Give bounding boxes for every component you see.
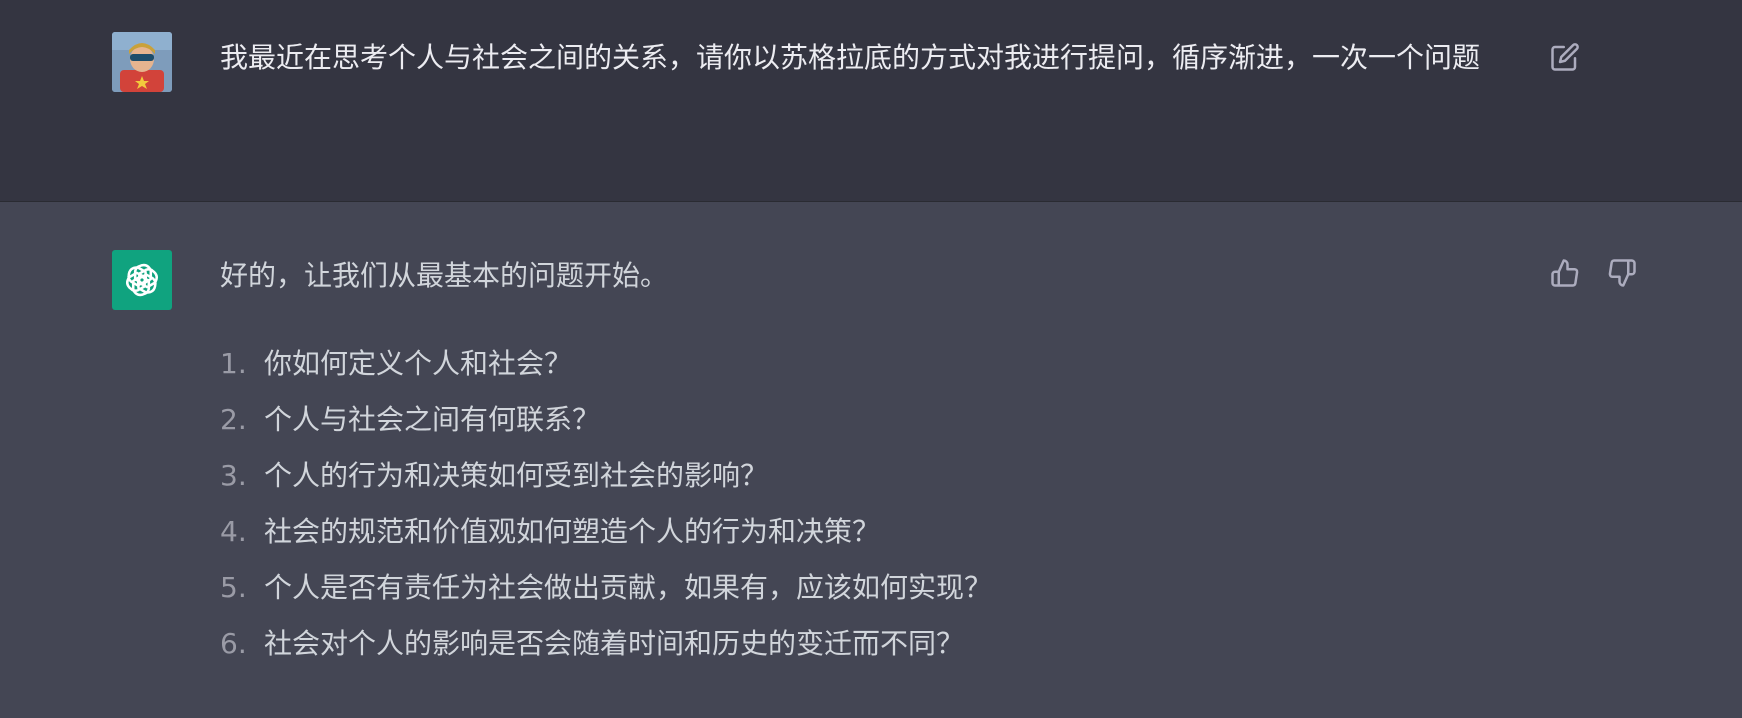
list-text: 你如何定义个人和社会？ — [264, 347, 573, 380]
list-number: 3. — [220, 459, 247, 492]
list-item: 1. 你如何定义个人和社会？ — [220, 336, 1520, 392]
list-number: 6. — [220, 627, 247, 660]
thumbs-down-icon[interactable] — [1605, 256, 1639, 290]
user-message-row: 我最近在思考个人与社会之间的关系，请你以苏格拉底的方式对我进行提问，循序渐进，一… — [0, 0, 1742, 202]
list-item: 5. 个人是否有责任为社会做出贡献，如果有，应该如何实现？ — [220, 560, 1520, 616]
list-number: 5. — [220, 571, 247, 604]
user-avatar — [112, 32, 172, 92]
list-text: 个人与社会之间有何联系？ — [264, 403, 601, 436]
list-number: 2. — [220, 403, 247, 436]
question-list: 1. 你如何定义个人和社会？ 2. 个人与社会之间有何联系？ 3. 个人的行为和… — [220, 336, 1520, 672]
user-message-text: 我最近在思考个人与社会之间的关系，请你以苏格拉底的方式对我进行提问，循序渐进，一… — [220, 41, 1481, 74]
list-text: 社会的规范和价值观如何塑造个人的行为和决策？ — [264, 515, 881, 548]
assistant-reply: 好的，让我们从最基本的问题开始。 1. 你如何定义个人和社会？ 2. 个人与社会… — [220, 252, 1520, 672]
list-text: 个人的行为和决策如何受到社会的影响？ — [264, 459, 769, 492]
list-item: 6. 社会对个人的影响是否会随着时间和历史的变迁而不同？ — [220, 616, 1520, 672]
list-item: 3. 个人的行为和决策如何受到社会的影响？ — [220, 448, 1520, 504]
openai-logo-icon — [112, 250, 172, 310]
edit-icon[interactable] — [1548, 40, 1582, 74]
list-item: 4. 社会的规范和价值观如何塑造个人的行为和决策？ — [220, 504, 1520, 560]
list-item: 2. 个人与社会之间有何联系？ — [220, 392, 1520, 448]
list-text: 个人是否有责任为社会做出贡献，如果有，应该如何实现？ — [264, 571, 993, 604]
list-text: 社会对个人的影响是否会随着时间和历史的变迁而不同？ — [264, 627, 965, 660]
thumbs-up-icon[interactable] — [1548, 256, 1582, 290]
list-number: 4. — [220, 515, 247, 548]
list-number: 1. — [220, 347, 247, 380]
assistant-message-row: 好的，让我们从最基本的问题开始。 1. 你如何定义个人和社会？ 2. 个人与社会… — [0, 202, 1742, 718]
reply-intro: 好的，让我们从最基本的问题开始。 — [220, 259, 669, 292]
